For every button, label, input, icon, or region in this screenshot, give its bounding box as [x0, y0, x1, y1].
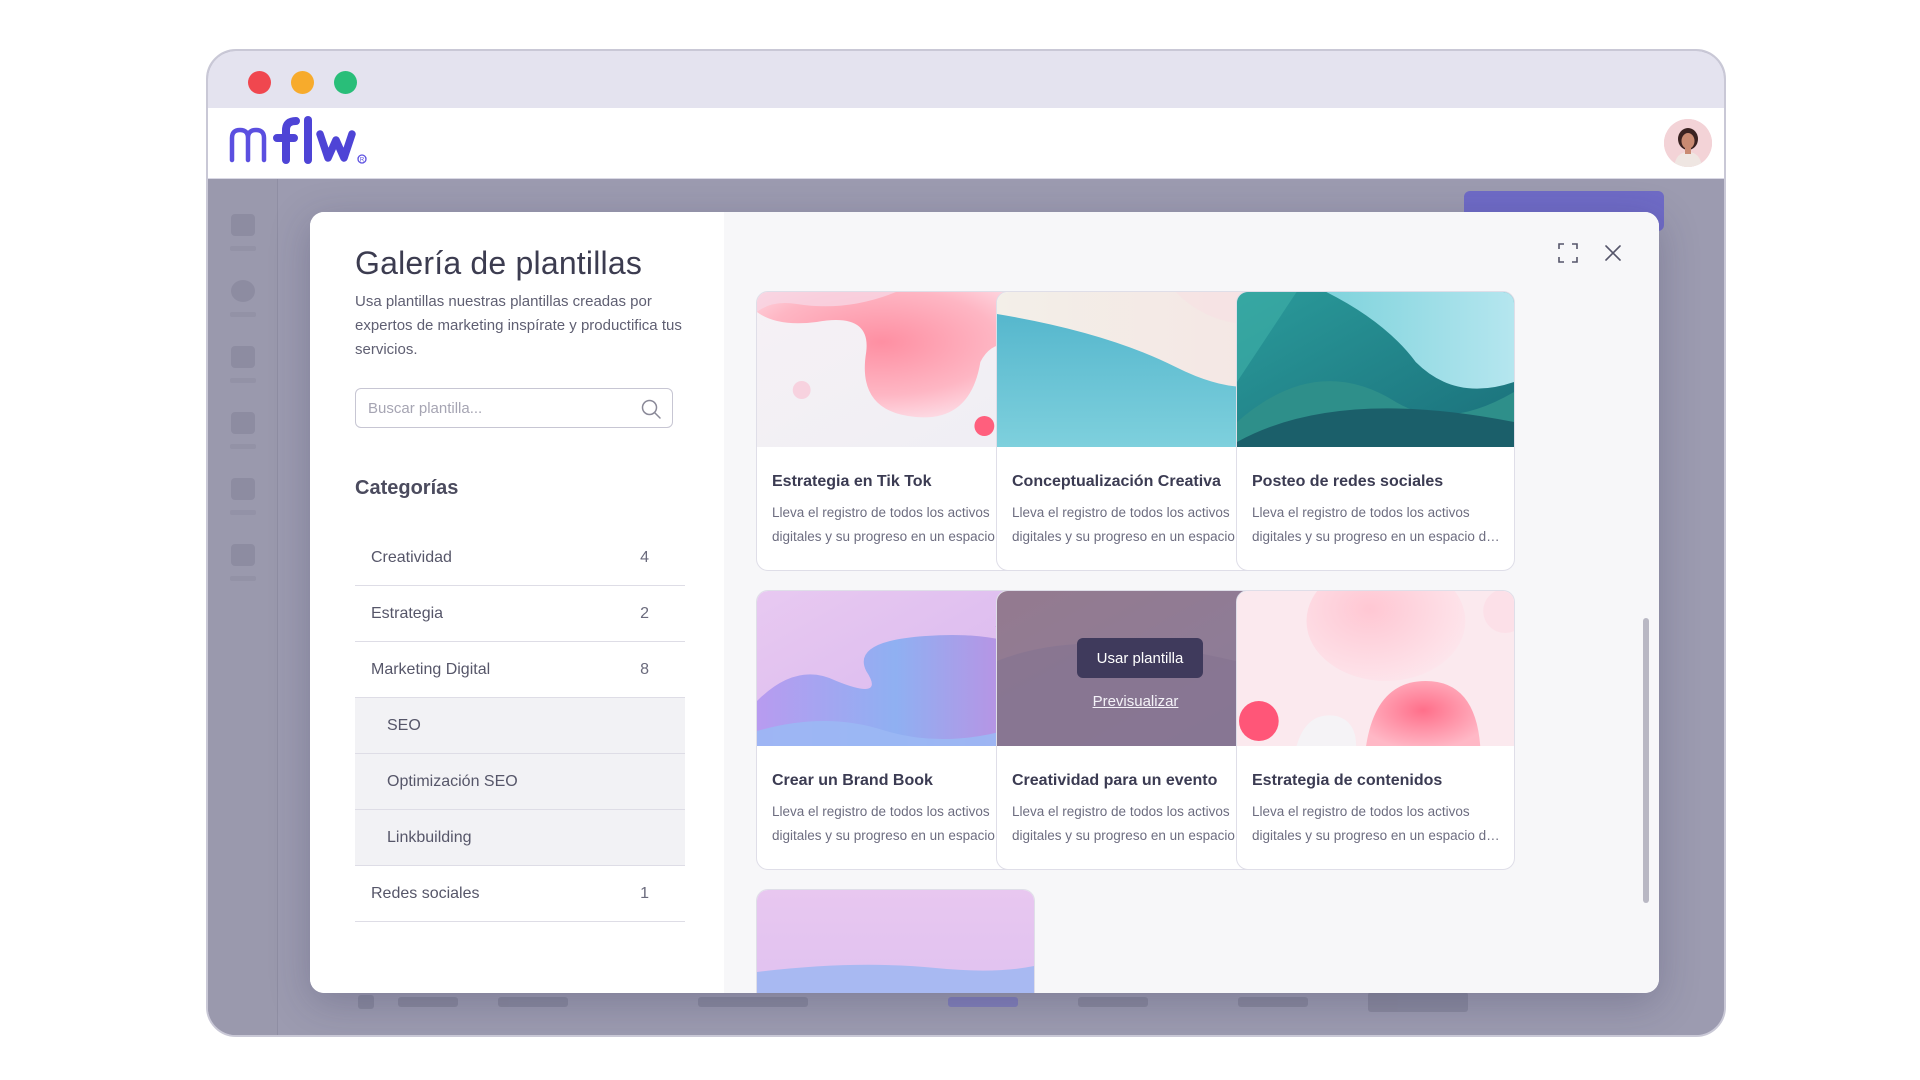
category-count: 4: [640, 548, 649, 566]
category-label: Linkbuilding: [387, 828, 472, 846]
scrollbar[interactable]: [1643, 618, 1649, 903]
preview-link[interactable]: Previsualizar: [997, 693, 1274, 710]
category-marketing-digital[interactable]: Marketing Digital 8: [355, 642, 685, 698]
gallery-sidebar: Galería de plantillas Usa plantillas nue…: [310, 212, 724, 993]
use-template-button[interactable]: Usar plantilla: [1077, 638, 1203, 678]
template-description: Lleva el registro de todos los activos di…: [1012, 505, 1264, 544]
search-box: [355, 388, 673, 428]
template-thumbnail: [1237, 292, 1514, 447]
app-window: R Galería de plantillas Usa plantillas n…: [206, 49, 1726, 1037]
app-header: R: [208, 108, 1724, 179]
template-title: Posteo de redes sociales: [1252, 473, 1444, 490]
template-title: Conceptualización Creativa: [1012, 473, 1221, 490]
template-card-posteo-redes[interactable]: Posteo de redes sociales Lleva el regist…: [1236, 291, 1515, 571]
category-label: SEO: [387, 716, 421, 734]
template-description: Lleva el registro de todos los activos di…: [772, 804, 1024, 843]
gallery-description: Usa plantillas nuestras plantillas cread…: [355, 293, 682, 358]
gallery-title: Galería de plantillas: [355, 245, 643, 281]
subcategory-optimizacion-seo[interactable]: Optimización SEO: [355, 754, 685, 810]
subcategory-seo[interactable]: SEO: [355, 698, 685, 754]
category-label: Marketing Digital: [371, 660, 491, 678]
template-title: Crear un Brand Book: [772, 772, 933, 789]
search-input[interactable]: [368, 389, 628, 427]
template-thumbnail: [997, 292, 1274, 447]
svg-text:R: R: [360, 158, 365, 164]
template-description: Lleva el registro de todos los activos di…: [1252, 505, 1504, 544]
category-redes-sociales[interactable]: Redes sociales 1: [355, 866, 685, 922]
subcategory-linkbuilding[interactable]: Linkbuilding: [355, 810, 685, 866]
window-titlebar: [208, 51, 1724, 108]
template-title: Creatividad para un evento: [1012, 772, 1218, 789]
category-count: 8: [640, 660, 649, 678]
template-card-partial[interactable]: [756, 889, 1035, 993]
categories-title: Categorías: [355, 477, 459, 499]
category-count: 2: [640, 604, 649, 622]
background-nav-item: [226, 346, 260, 396]
user-avatar[interactable]: [1664, 119, 1712, 167]
background-sidebar: [208, 179, 278, 1035]
template-thumbnail: [757, 292, 1034, 447]
template-description: Lleva el registro de todos los activos di…: [772, 505, 1024, 544]
expand-icon[interactable]: [1557, 242, 1579, 264]
template-description: Lleva el registro de todos los activos di…: [1012, 804, 1264, 843]
window-minimize-button[interactable]: [291, 71, 314, 94]
category-creatividad[interactable]: Creatividad 4: [355, 530, 685, 586]
background-nav-item: [226, 412, 260, 462]
background-nav-item: [226, 214, 260, 264]
window-close-button[interactable]: [248, 71, 271, 94]
background-nav-item: [226, 280, 260, 330]
mflw-logo[interactable]: R: [228, 116, 378, 168]
template-card-conceptualizacion[interactable]: Conceptualización Creativa Lleva el regi…: [996, 291, 1275, 571]
template-description: Lleva el registro de todos los activos di…: [1252, 804, 1504, 843]
template-thumbnail: [1237, 591, 1514, 746]
template-card-tiktok[interactable]: Estrategia en Tik Tok Lleva el registro …: [756, 291, 1035, 571]
close-icon[interactable]: [1603, 243, 1623, 263]
template-card-evento[interactable]: Usar plantilla Previsualizar Creatividad…: [996, 590, 1275, 870]
category-label: Optimización SEO: [387, 772, 518, 790]
template-title: Estrategia en Tik Tok: [772, 473, 932, 490]
template-thumbnail: [757, 591, 1034, 746]
category-label: Creatividad: [371, 548, 452, 566]
background-table-row: [358, 991, 1664, 1017]
category-count: 1: [640, 884, 649, 902]
template-card-brand-book[interactable]: Crear un Brand Book Lleva el registro de…: [756, 590, 1035, 870]
category-label: Redes sociales: [371, 884, 480, 902]
template-card-contenidos[interactable]: Estrategia de contenidos Lleva el regist…: [1236, 590, 1515, 870]
background-nav-item: [226, 544, 260, 594]
categories-list: Creatividad 4 Estrategia 2 Marketing Dig…: [355, 530, 685, 922]
window-maximize-button[interactable]: [334, 71, 357, 94]
card-hover-overlay: Usar plantilla Previsualizar: [997, 591, 1274, 746]
search-icon[interactable]: [640, 398, 662, 420]
category-label: Estrategia: [371, 604, 444, 622]
template-title: Estrategia de contenidos: [1252, 772, 1443, 789]
template-thumbnail: [757, 890, 1034, 993]
gallery-content: Estrategia en Tik Tok Lleva el registro …: [724, 212, 1659, 993]
template-gallery-modal: Galería de plantillas Usa plantillas nue…: [310, 212, 1659, 993]
category-estrategia[interactable]: Estrategia 2: [355, 586, 685, 642]
background-nav-item: [226, 478, 260, 528]
